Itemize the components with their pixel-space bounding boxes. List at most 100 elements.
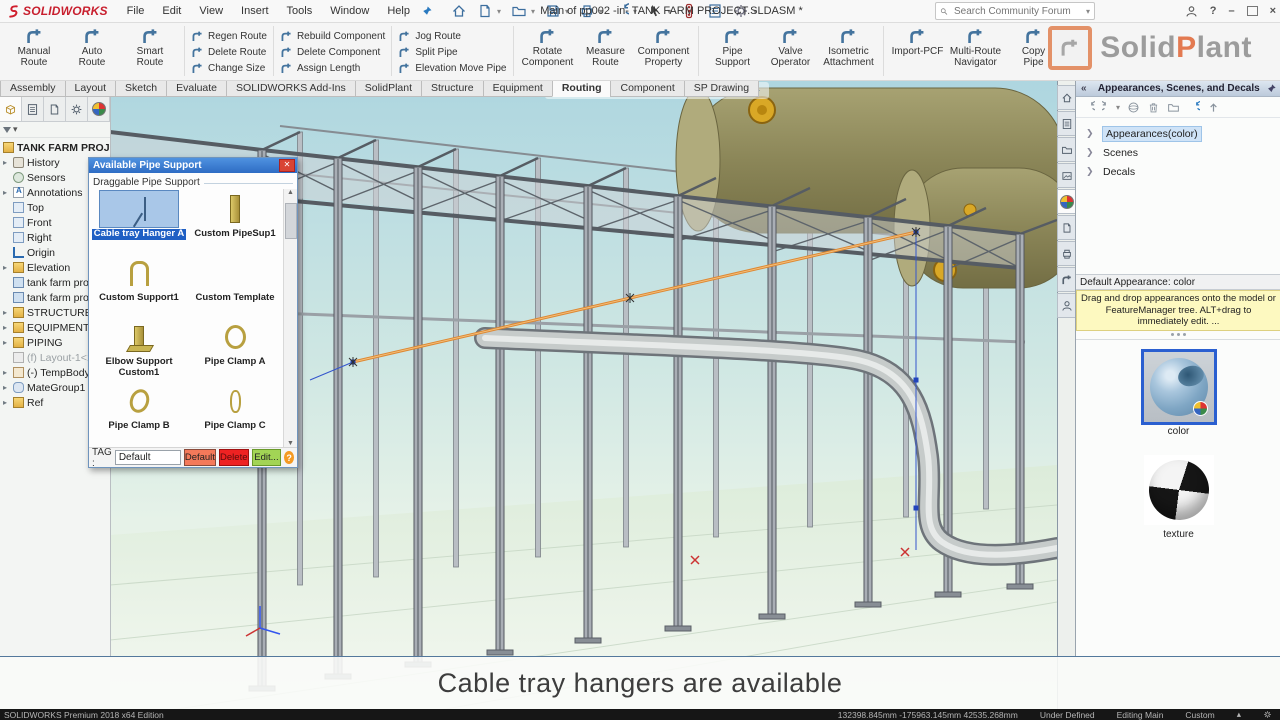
ribbon-button[interactable]: Regen Route — [191, 30, 267, 43]
ribbon-button[interactable]: Jog Route — [398, 30, 461, 43]
command-tab[interactable]: Structure — [421, 80, 484, 97]
forum-tab[interactable] — [1057, 293, 1077, 318]
color-appearance-thumbnail[interactable] — [1144, 352, 1214, 422]
default-button[interactable]: Default — [184, 449, 216, 466]
collapse-icon[interactable]: « — [1076, 83, 1092, 94]
command-tab[interactable]: SP Drawing — [684, 80, 759, 97]
status-gear-icon[interactable] — [1263, 710, 1272, 719]
ribbon-button[interactable]: SmartRoute — [122, 25, 178, 68]
pipe-support-item[interactable]: Elbow Support Custom1 — [91, 317, 187, 381]
pin-icon[interactable] — [1266, 83, 1277, 94]
command-tab[interactable]: Sketch — [115, 80, 167, 97]
command-tab[interactable]: Equipment — [483, 80, 553, 97]
search-input[interactable] — [952, 5, 1088, 18]
view-palette-tab[interactable] — [1057, 163, 1077, 188]
command-tab[interactable]: SolidPlant — [355, 80, 422, 97]
dimxpertmanager-tab[interactable] — [66, 97, 88, 121]
expand-arrow-icon[interactable]: ▸ — [3, 188, 10, 197]
appearances-tree-item[interactable]: ❯ Decals — [1076, 162, 1280, 181]
scroll-down-icon[interactable]: ▼ — [287, 440, 294, 447]
ribbon-button[interactable]: AutoRoute — [64, 25, 120, 68]
solidworks-resources-tab[interactable] — [1057, 85, 1077, 110]
displaymanager-tab[interactable] — [88, 97, 110, 121]
expand-arrow-icon[interactable]: ❯ — [1086, 166, 1093, 177]
print3d-tab[interactable] — [1057, 241, 1077, 266]
pipe-support-item[interactable]: Pipe Clamp A — [187, 317, 283, 381]
user-login-icon[interactable] — [1185, 5, 1198, 18]
back-icon[interactable] — [1082, 101, 1095, 114]
command-tab[interactable]: Routing — [552, 80, 612, 97]
ribbon-button[interactable]: ComponentProperty — [636, 25, 692, 68]
tree-root-assembly[interactable]: TANK FARM PROJE — [0, 140, 110, 155]
new-document-icon[interactable] — [477, 3, 493, 19]
pipe-support-item[interactable]: Cable tray Hanger A — [91, 189, 187, 253]
ribbon-button[interactable]: Delete Component — [280, 46, 380, 59]
ribbon-button[interactable]: Elevation Move Pipe — [398, 62, 506, 75]
solidplant-tools-tab[interactable] — [1057, 267, 1077, 292]
file-explorer-tab[interactable] — [1057, 137, 1077, 162]
splitter-handle[interactable] — [1076, 331, 1280, 340]
minimize-button[interactable]: – — [1228, 5, 1234, 17]
dialog-scrollbar[interactable]: ▲ ▼ — [283, 189, 297, 447]
expand-arrow-icon[interactable]: ❯ — [1086, 147, 1093, 158]
expand-arrow-icon[interactable]: ▸ — [3, 398, 10, 407]
menu-item[interactable]: Window — [321, 5, 378, 17]
trash-icon[interactable] — [1147, 101, 1160, 114]
design-library-tab[interactable] — [1057, 111, 1077, 136]
ribbon-button[interactable]: Split Pipe — [398, 46, 457, 59]
forward-icon[interactable] — [1102, 101, 1115, 114]
refresh-icon[interactable] — [1187, 101, 1200, 114]
menu-item[interactable]: Tools — [278, 5, 322, 17]
pipe-support-item[interactable]: Pipe Clamp C — [187, 381, 283, 445]
ribbon-button[interactable]: RotateComponent — [520, 25, 576, 68]
expand-arrow-icon[interactable]: ▸ — [3, 338, 10, 347]
pipe-support-item[interactable]: Custom PipeSup1 — [187, 189, 283, 253]
expand-arrow-icon[interactable]: ▸ — [3, 308, 10, 317]
menu-item[interactable]: Help — [378, 5, 419, 17]
configuration-name[interactable]: Custom — [1185, 710, 1214, 720]
appearances-tree-item[interactable]: ❯ Appearances(color) — [1076, 124, 1280, 143]
command-tab[interactable]: Assembly — [0, 80, 66, 97]
ribbon-button[interactable]: Multi-RouteNavigator — [948, 25, 1004, 68]
ribbon-button[interactable]: Delete Route — [191, 46, 266, 59]
close-button[interactable]: × — [1270, 5, 1276, 17]
expand-arrow-icon[interactable]: ▸ — [3, 263, 10, 272]
pipe-support-item[interactable]: Custom Support1 — [91, 253, 187, 317]
dialog-title-bar[interactable]: Available Pipe Support ✕ — [89, 158, 297, 173]
open-icon[interactable] — [511, 3, 527, 19]
config-caret-icon[interactable]: ▴ — [1237, 709, 1241, 720]
scrollbar-thumb[interactable] — [285, 203, 297, 239]
expand-arrow-icon[interactable]: ▸ — [3, 158, 10, 167]
ribbon-button[interactable]: Import-PCF — [890, 25, 946, 57]
dialog-close-button[interactable]: ✕ — [279, 159, 295, 172]
expand-arrow-icon[interactable]: ▸ — [3, 323, 10, 332]
home-icon[interactable] — [451, 3, 467, 19]
command-tab[interactable]: Evaluate — [166, 80, 227, 97]
appearances-tree-item[interactable]: ❯ Scenes — [1076, 143, 1280, 162]
ribbon-button[interactable]: ManualRoute — [6, 25, 62, 68]
texture-appearance-thumbnail[interactable] — [1144, 455, 1214, 525]
ribbon-button[interactable]: IsometricAttachment — [821, 25, 877, 68]
expand-arrow-icon[interactable]: ❯ — [1086, 128, 1093, 139]
appearance-ball-icon[interactable] — [1127, 101, 1140, 114]
menu-item[interactable]: Edit — [153, 5, 190, 17]
help-icon[interactable]: ? — [284, 451, 294, 464]
tree-filter[interactable]: ▾ — [0, 122, 110, 138]
configurationmanager-tab[interactable] — [44, 97, 66, 121]
ribbon-button[interactable]: ValveOperator — [763, 25, 819, 68]
pipe-support-item[interactable]: Pipe Clamp B — [91, 381, 187, 445]
tag-input[interactable] — [115, 450, 181, 465]
expand-arrow-icon[interactable]: ▸ — [3, 368, 10, 377]
up-level-icon[interactable] — [1207, 101, 1220, 114]
community-search[interactable]: ▾ — [935, 2, 1095, 20]
command-tab[interactable]: Layout — [65, 80, 117, 97]
pin-icon[interactable] — [421, 5, 433, 17]
ribbon-button[interactable]: Change Size — [191, 62, 265, 75]
command-tab[interactable]: Component — [610, 80, 684, 97]
custom-properties-tab[interactable] — [1057, 215, 1077, 240]
ribbon-button[interactable]: PipeSupport — [705, 25, 761, 68]
restore-button[interactable] — [1247, 6, 1258, 16]
appearances-scenes-decals-tab[interactable] — [1057, 189, 1077, 214]
command-tab[interactable]: SOLIDWORKS Add-Ins — [226, 80, 356, 97]
menu-item[interactable]: View — [190, 5, 232, 17]
